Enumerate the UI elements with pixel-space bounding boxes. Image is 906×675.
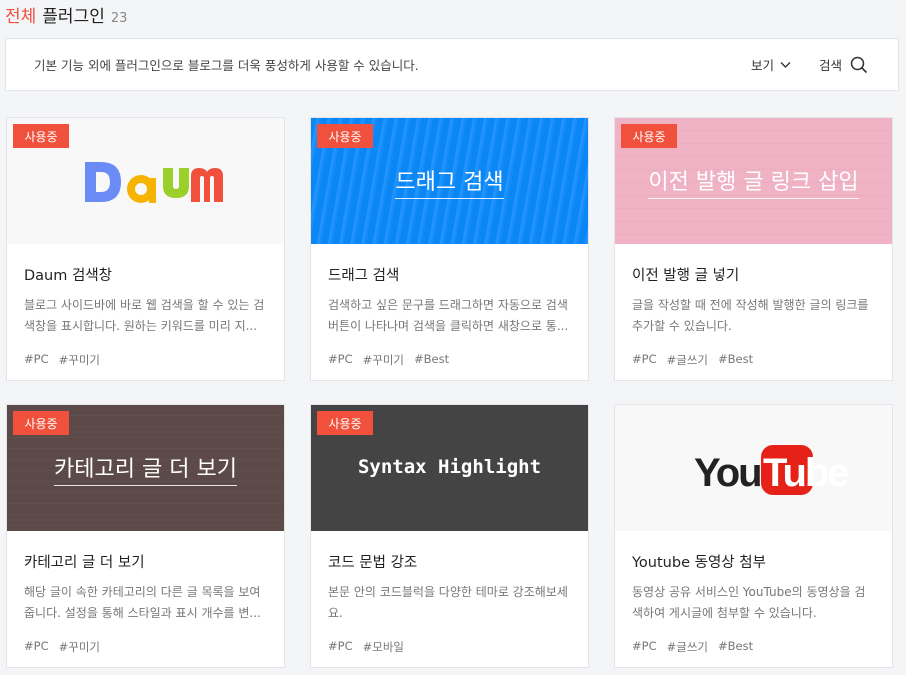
plugin-thumbnail: 사용중 이전 발행 글 링크 삽입 (615, 118, 892, 244)
title-text: 플러그인 (42, 7, 105, 27)
plugin-card-category-posts[interactable]: 사용중 카테고리 글 더 보기 카테고리 글 더 보기 해당 글이 속한 카테고… (6, 404, 285, 668)
plugin-thumbnail: 사용중 카테고리 글 더 보기 (7, 405, 284, 531)
thumbnail-title: 카테고리 글 더 보기 (54, 451, 237, 486)
tag[interactable]: #Best (414, 352, 449, 368)
plugin-name: 카테고리 글 더 보기 (24, 555, 145, 571)
search-button[interactable]: 검색 (819, 55, 868, 74)
plugin-card-syntax-highlight[interactable]: 사용중 Syntax Highlight 코드 문법 강조 본문 안의 코드블럭… (310, 404, 589, 668)
tag[interactable]: #Best (718, 352, 753, 368)
plugin-card-previous-post[interactable]: 사용중 이전 발행 글 링크 삽입 이전 발행 글 넣기 글을 작성할 때 전에… (614, 117, 893, 381)
plugin-description: 글을 작성할 때 전에 작성해 발행한 글의 링크를 추가할 수 있습니다. (632, 298, 869, 333)
plugin-name: 코드 문법 강조 (328, 555, 418, 571)
plugin-name: Youtube 동영상 첨부 (632, 555, 766, 571)
plugin-description: 동영상 공유 서비스인 YouTube의 동영상을 검색하여 게시글에 첨부할 … (632, 585, 866, 620)
tag-list: #PC #모바일 (328, 639, 571, 655)
tag-list: #PC #글쓰기 #Best (632, 639, 875, 655)
tag[interactable]: #모바일 (363, 639, 404, 655)
info-text: 기본 기능 외에 플러그인으로 블로그를 더욱 풍성하게 사용할 수 있습니다. (34, 58, 419, 73)
view-label: 보기 (750, 58, 774, 73)
plugin-count: 23 (110, 11, 128, 26)
plugin-name: 이전 발행 글 넣기 (632, 268, 740, 284)
tag[interactable]: #꾸미기 (59, 352, 100, 368)
tag[interactable]: #꾸미기 (363, 352, 404, 368)
tag[interactable]: #PC (24, 639, 49, 655)
plugin-thumbnail: 사용중 (7, 118, 284, 244)
tag-list: #PC #글쓰기 #Best (632, 352, 875, 368)
tag-list: #PC #꾸미기 (24, 352, 267, 368)
in-use-badge: 사용중 (13, 124, 69, 148)
tag[interactable]: #글쓰기 (667, 352, 708, 368)
svg-text:You: You (694, 451, 761, 495)
info-bar: 기본 기능 외에 플러그인으로 블로그를 더욱 풍성하게 사용할 수 있습니다.… (5, 38, 899, 91)
plugin-description: 검색하고 싶은 문구를 드래그하면 자동으로 검색버튼이 나타나며 검색을 클릭… (328, 298, 569, 333)
tag[interactable]: #PC (632, 639, 657, 655)
thumbnail-title: Syntax Highlight (357, 456, 542, 478)
thumbnail-title: 드래그 검색 (395, 164, 504, 199)
plugin-description: 해당 글이 속한 카테고리의 다른 글 목록을 보여줍니다. 설정을 통해 스타… (24, 585, 261, 620)
svg-text:Tube: Tube (763, 451, 848, 495)
title-accent: 전체 (5, 7, 37, 27)
tag[interactable]: #PC (632, 352, 657, 368)
plugin-card-daum[interactable]: 사용중 Daum 검색창 블로그 사이드바에 바로 웹 검색을 할 수 있는 검… (6, 117, 285, 381)
in-use-badge: 사용중 (317, 124, 373, 148)
search-icon (850, 56, 868, 73)
tag[interactable]: #꾸미기 (59, 639, 100, 655)
tag[interactable]: #글쓰기 (667, 639, 708, 655)
plugin-thumbnail: 사용중 드래그 검색 (311, 118, 588, 244)
plugin-card-drag-search[interactable]: 사용중 드래그 검색 드래그 검색 검색하고 싶은 문구를 드래그하면 자동으로… (310, 117, 589, 381)
plugin-card-youtube[interactable]: You Tube Youtube 동영상 첨부 동영상 공유 서비스인 YouT… (614, 404, 893, 668)
plugin-thumbnail: 사용중 Syntax Highlight (311, 405, 588, 531)
tag[interactable]: #PC (328, 639, 353, 655)
tag[interactable]: #Best (718, 639, 753, 655)
tag[interactable]: #PC (24, 352, 49, 368)
tag-list: #PC #꾸미기 (24, 639, 267, 655)
page-title: 전체 플러그인 23 (5, 2, 127, 28)
thumbnail-title: 이전 발행 글 링크 삽입 (648, 164, 859, 199)
plugin-description: 본문 안의 코드블럭을 다양한 테마로 강조해보세요. (328, 585, 568, 620)
search-label: 검색 (818, 58, 842, 73)
in-use-badge: 사용중 (621, 124, 677, 148)
tag-list: #PC #꾸미기 #Best (328, 352, 571, 368)
view-dropdown-button[interactable]: 보기 (751, 55, 791, 74)
plugin-thumbnail: You Tube (615, 405, 892, 531)
plugin-name: Daum 검색창 (24, 268, 112, 284)
plugin-name: 드래그 검색 (328, 268, 400, 284)
youtube-logo: You Tube (694, 445, 850, 495)
plugin-description: 블로그 사이드바에 바로 웹 검색을 할 수 있는 검색창을 표시합니다. 원하… (24, 298, 265, 333)
chevron-down-icon (780, 61, 791, 68)
in-use-badge: 사용중 (13, 411, 69, 435)
in-use-badge: 사용중 (317, 411, 373, 435)
tag[interactable]: #PC (328, 352, 353, 368)
